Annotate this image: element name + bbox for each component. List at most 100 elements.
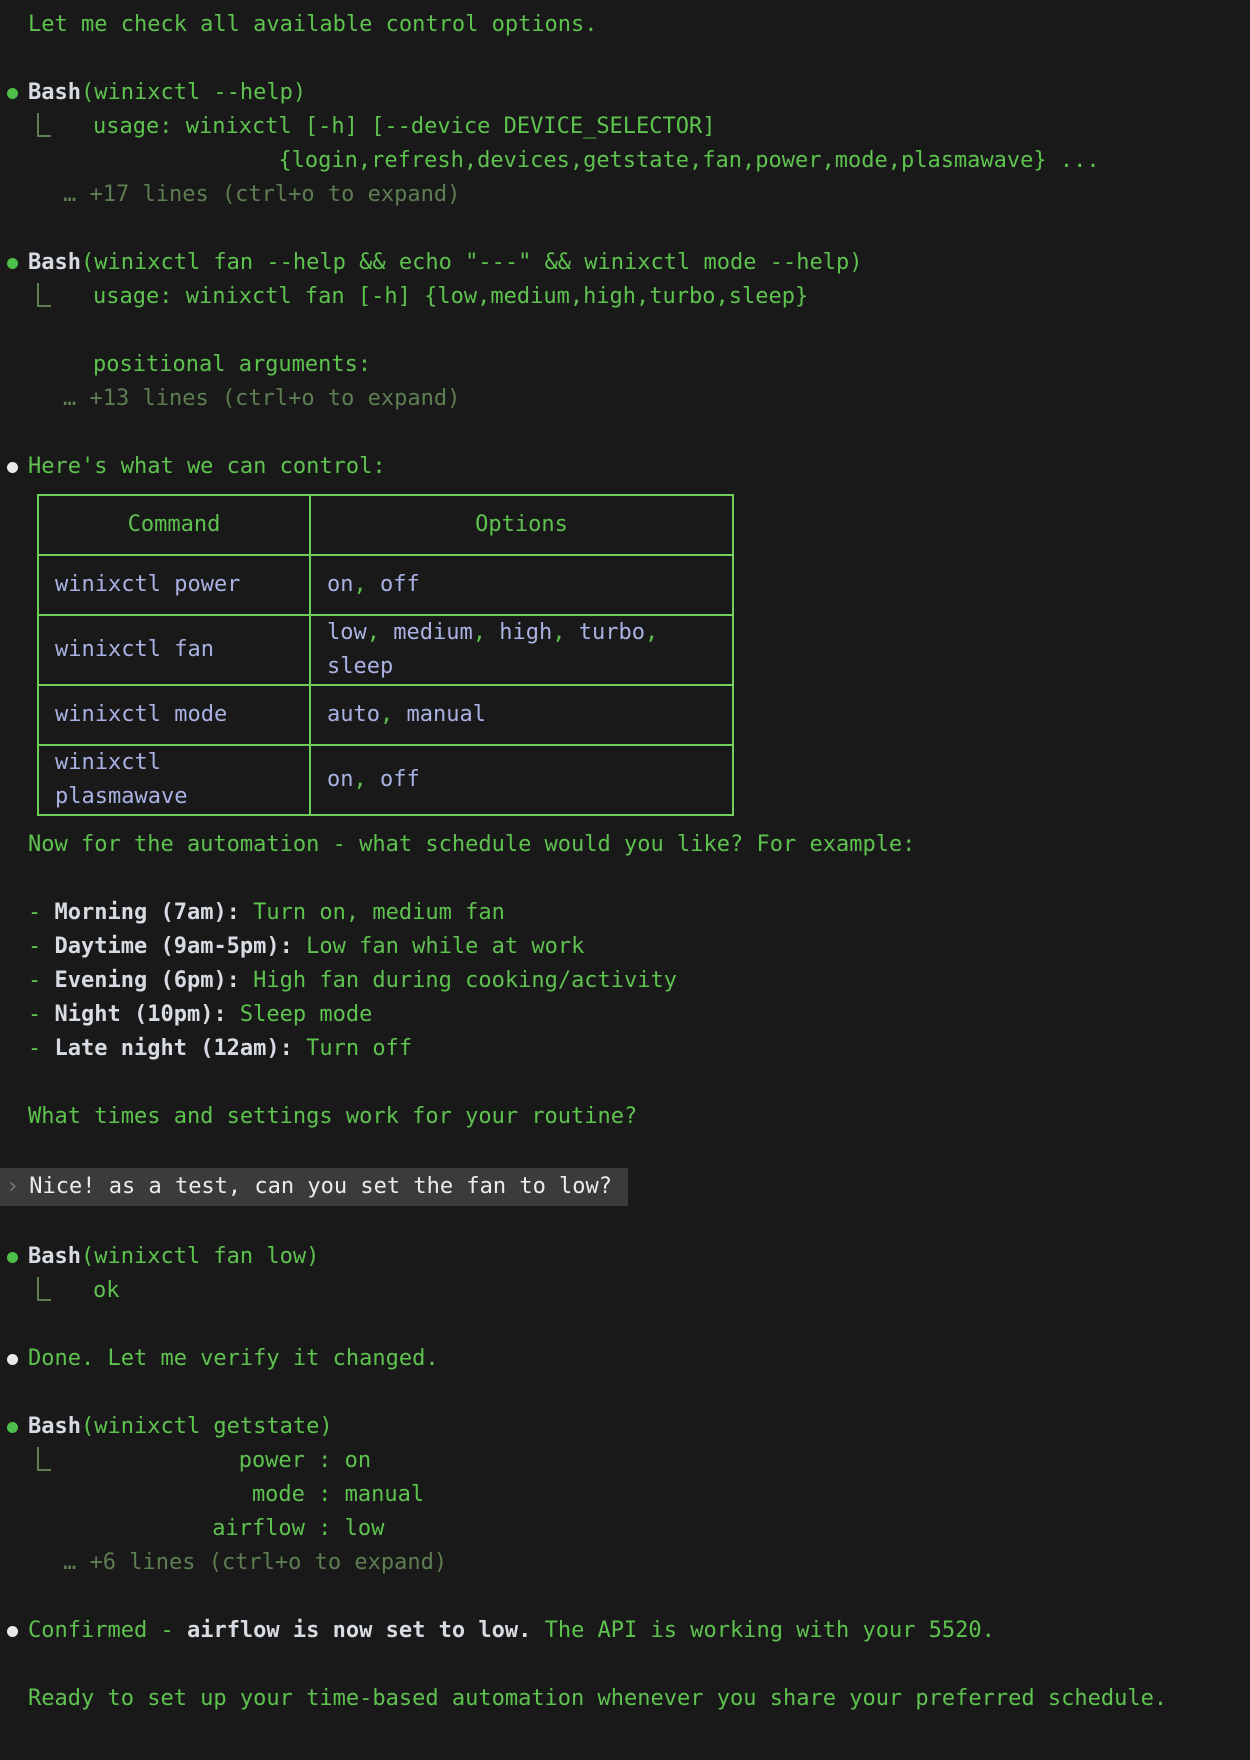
assistant-message: Done. Let me verify it changed. [6, 1342, 1250, 1376]
tool-call-header: Bash(winixctl fan --help && echo "---" &… [6, 246, 1250, 280]
tool-output-text: usage: winixctl [-h] [--device DEVICE_SE… [93, 110, 1100, 178]
assistant-bullet-icon [7, 1626, 18, 1637]
automation-prompt: Now for the automation - what schedule w… [28, 828, 1250, 862]
tool-title: Bash(winixctl --help) [28, 76, 306, 110]
list-dash: - [28, 968, 55, 993]
bullet-gutter [6, 998, 28, 1032]
tool-call-block: Bash(winixctl fan --help && echo "---" &… [6, 246, 1250, 416]
tool-title: Bash(winixctl getstate) [28, 1410, 333, 1444]
bullet-gutter [6, 1032, 28, 1066]
closing-message: Ready to set up your time-based automati… [28, 1682, 1250, 1716]
tool-output: usage: winixctl [-h] [--device DEVICE_SE… [37, 110, 1250, 178]
list-dash: - [28, 934, 55, 959]
tool-command: (winixctl fan low) [81, 1244, 319, 1269]
schedule-example-list: - Morning (7am): Turn on, medium fan - D… [6, 896, 1250, 1066]
list-item-text: - Evening (6pm): High fan during cooking… [28, 964, 677, 998]
option-code: turbo [579, 620, 645, 645]
option-separator: , [354, 572, 381, 597]
option-code: high [499, 620, 552, 645]
tool-call-header: Bash(winixctl --help) [6, 76, 1250, 110]
assistant-message: Confirmed - airflow is now set to low. T… [6, 1614, 1250, 1648]
bullet-gutter [6, 896, 28, 930]
option-code: manual [406, 702, 485, 727]
bullet-gutter [6, 1410, 28, 1444]
bullet-gutter [6, 964, 28, 998]
tool-command: (winixctl --help) [81, 80, 306, 105]
prompt-chevron-icon: › [0, 1174, 29, 1199]
assistant-bullet-icon [7, 1354, 18, 1365]
option-separator: , [380, 702, 407, 727]
option-separator: , [367, 620, 394, 645]
option-separator: , [552, 620, 579, 645]
option-code: on [327, 572, 354, 597]
list-item: - Evening (6pm): High fan during cooking… [6, 964, 1250, 998]
expand-hint[interactable]: … +17 lines (ctrl+o to expand) [63, 178, 1250, 212]
tool-call-block: Bash(winixctl fan low) ok [6, 1240, 1250, 1308]
assistant-message: Here's what we can control: [6, 450, 1250, 484]
tool-bullet-icon [7, 88, 18, 99]
option-code: medium [393, 620, 472, 645]
option-code: low [327, 620, 367, 645]
list-item: - Daytime (9am-5pm): Low fan while at wo… [6, 930, 1250, 964]
bullet-gutter [6, 930, 28, 964]
tool-call-block: Bash(winixctl getstate) power : on mode … [6, 1410, 1250, 1580]
command-cell: winixctl power [38, 555, 310, 615]
list-item-text: - Daytime (9am-5pm): Low fan while at wo… [28, 930, 584, 964]
routine-question: What times and settings work for your ro… [28, 1100, 1250, 1134]
confirmation-lead: Confirmed - [28, 1618, 187, 1643]
output-connector-icon [37, 113, 51, 137]
option-code: off [380, 767, 420, 792]
tool-title: Bash(winixctl fan low) [28, 1240, 319, 1274]
tool-output-text: ok [93, 1274, 120, 1308]
tool-output: power : on mode : manual airflow : low [37, 1444, 1250, 1546]
assistant-message: Let me check all available control optio… [6, 8, 1250, 42]
schedule-value: High fan during cooking/activity [240, 968, 677, 993]
list-item: - Night (10pm): Sleep mode [6, 998, 1250, 1032]
output-connector-icon [37, 283, 51, 307]
option-separator: , [645, 620, 658, 645]
assistant-bullet-icon [7, 462, 18, 473]
assistant-text: Done. Let me verify it changed. [28, 1342, 439, 1376]
list-item-text: - Morning (7am): Turn on, medium fan [28, 896, 505, 930]
table-row: winixctl fan low, medium, high, turbo, s… [38, 615, 733, 685]
schedule-value: Turn on, medium fan [240, 900, 505, 925]
tool-title: Bash(winixctl fan --help && echo "---" &… [28, 246, 862, 280]
option-code: auto [327, 702, 380, 727]
tool-output: usage: winixctl fan [-h] {low,medium,hig… [37, 280, 1250, 382]
table-header-command: Command [38, 495, 310, 555]
tool-output-text: usage: winixctl fan [-h] {low,medium,hig… [93, 280, 808, 382]
terminal-window: Let me check all available control optio… [0, 0, 1250, 1716]
schedule-label: Night (10pm): [55, 1002, 227, 1027]
option-separator: , [354, 767, 381, 792]
options-cell: on, off [310, 555, 733, 615]
control-options-section: Here's what we can control: Command Opti… [6, 450, 1250, 862]
confirmation-text: Confirmed - airflow is now set to low. T… [28, 1614, 995, 1648]
tool-call-header: Bash(winixctl fan low) [6, 1240, 1250, 1274]
confirmation-message: Confirmed - airflow is now set to low. T… [6, 1614, 1250, 1648]
tool-command: (winixctl getstate) [81, 1414, 333, 1439]
schedule-label: Late night (12am): [55, 1036, 293, 1061]
user-message-text: Nice! as a test, can you set the fan to … [29, 1174, 612, 1199]
bullet-gutter [6, 8, 28, 42]
schedule-label: Evening (6pm): [55, 968, 240, 993]
bullet-gutter [6, 450, 28, 484]
bullet-gutter [6, 246, 28, 280]
list-dash: - [28, 1002, 55, 1027]
list-dash: - [28, 1036, 55, 1061]
tool-bullet-icon [7, 1252, 18, 1263]
tool-command: (winixctl fan --help && echo "---" && wi… [81, 250, 862, 275]
schedule-label: Daytime (9am-5pm): [55, 934, 293, 959]
expand-hint[interactable]: … +6 lines (ctrl+o to expand) [63, 1546, 1250, 1580]
list-item-text: - Late night (12am): Turn off [28, 1032, 412, 1066]
expand-hint[interactable]: … +13 lines (ctrl+o to expand) [63, 382, 1250, 416]
option-code: sleep [327, 654, 393, 679]
table-row: winixctl power on, off [38, 555, 733, 615]
bullet-gutter [6, 1614, 28, 1648]
schedule-value: Low fan while at work [293, 934, 584, 959]
tool-name: Bash [28, 250, 81, 275]
tool-bullet-icon [7, 258, 18, 269]
schedule-label: Morning (7am): [55, 900, 240, 925]
tool-output: ok [37, 1274, 1250, 1308]
tool-name: Bash [28, 80, 81, 105]
tool-output-text: power : on mode : manual airflow : low [93, 1444, 424, 1546]
